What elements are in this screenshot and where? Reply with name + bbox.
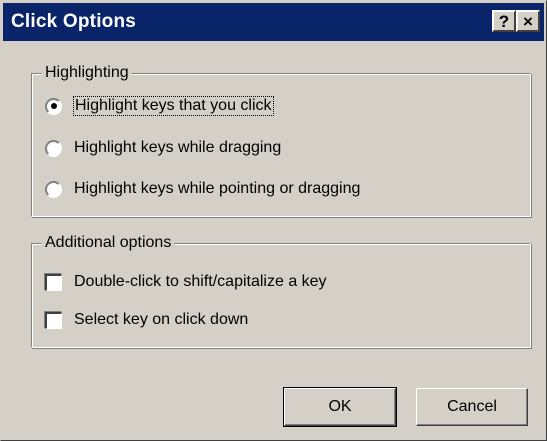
additional-options-group: Additional options Double-click to shift… (31, 233, 531, 348)
close-button[interactable]: × (516, 10, 540, 32)
ok-button[interactable]: OK (283, 387, 397, 427)
checkbox[interactable] (45, 273, 62, 291)
radio-highlight-click[interactable]: Highlight keys that you click (45, 96, 274, 116)
click-options-dialog: Click Options ? × Highlighting Highlight… (0, 0, 547, 441)
highlighting-group-label: Highlighting (42, 63, 132, 83)
radio-highlight-dragging-label: Highlight keys while dragging (74, 139, 282, 156)
checkbox-select-on-click-down[interactable]: Select key on click down (45, 311, 248, 329)
dialog-title: Click Options (11, 11, 137, 32)
checkbox-select-on-click-down-label: Select key on click down (74, 311, 249, 328)
radio-button[interactable] (45, 139, 62, 157)
radio-highlight-pointing-label: Highlight keys while pointing or draggin… (74, 180, 361, 197)
radio-highlight-dragging[interactable]: Highlight keys while dragging (45, 139, 281, 157)
close-icon: × (523, 11, 533, 31)
radio-button-selected[interactable] (45, 97, 62, 115)
checkbox[interactable] (45, 311, 62, 329)
radio-highlight-pointing[interactable]: Highlight keys while pointing or draggin… (45, 180, 360, 198)
title-bar[interactable]: Click Options ? × (3, 3, 544, 41)
additional-options-group-label: Additional options (42, 233, 175, 253)
cancel-button[interactable]: Cancel (416, 388, 528, 426)
checkbox-double-click[interactable]: Double-click to shift/capitalize a key (45, 273, 327, 291)
radio-highlight-click-label: Highlight keys that you click (73, 96, 274, 116)
highlighting-group: Highlighting Highlight keys that you cli… (31, 63, 531, 217)
radio-button[interactable] (45, 180, 62, 198)
checkbox-double-click-label: Double-click to shift/capitalize a key (74, 273, 327, 290)
help-button[interactable]: ? (492, 10, 516, 32)
help-icon: ? (498, 11, 510, 31)
